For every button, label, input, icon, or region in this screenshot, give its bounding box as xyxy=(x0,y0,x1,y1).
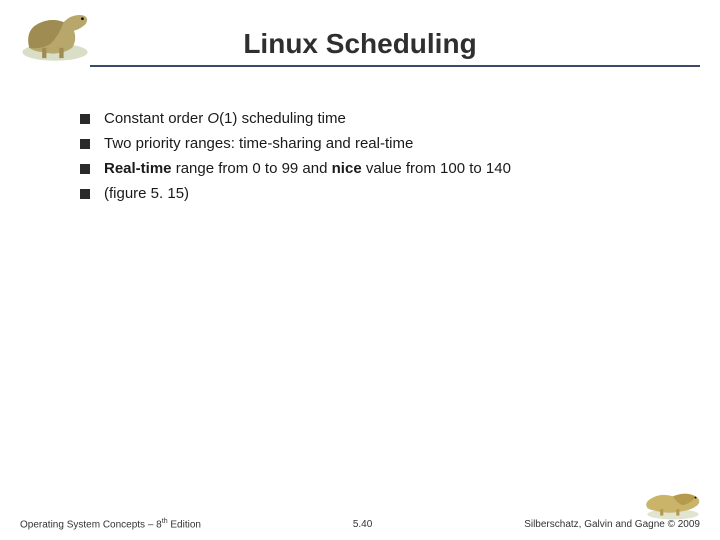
footer: Operating System Concepts – 8th Edition … xyxy=(0,518,720,530)
text-fragment: (figure 5. 15) xyxy=(104,185,189,202)
footer-text: Edition xyxy=(168,519,201,530)
text-fragment: (1) scheduling time xyxy=(219,110,346,127)
bullet-text: Real-time range from 0 to 99 and nice va… xyxy=(104,160,511,177)
bullet-icon xyxy=(80,164,90,174)
dinosaur-left-icon xyxy=(10,5,100,65)
footer-text: Operating System Concepts – 8 xyxy=(20,519,162,530)
bullet-item: Two priority ranges: time-sharing and re… xyxy=(80,135,670,152)
bullet-item: Constant order O(1) scheduling time xyxy=(80,110,670,127)
slide-title: Linux Scheduling xyxy=(0,0,720,60)
footer-center: 5.40 xyxy=(201,519,524,530)
bullet-text: (figure 5. 15) xyxy=(104,185,189,202)
text-fragment: Constant order xyxy=(104,110,207,127)
footer-right: Silberschatz, Galvin and Gagne © 2009 xyxy=(524,519,700,530)
bullet-item: (figure 5. 15) xyxy=(80,185,670,202)
bullet-text: Constant order O(1) scheduling time xyxy=(104,110,346,127)
text-fragment-bold: Real-time xyxy=(104,160,172,177)
bullet-icon xyxy=(80,139,90,149)
bullet-icon xyxy=(80,189,90,199)
text-fragment: value from 100 to 140 xyxy=(362,160,511,177)
header: Linux Scheduling xyxy=(0,0,720,80)
text-fragment-bold: nice xyxy=(332,160,362,177)
slide: Linux Scheduling Constant order O(1) sch… xyxy=(0,0,720,540)
text-fragment: range from 0 to 99 and xyxy=(172,160,332,177)
page-number: 5.40 xyxy=(353,519,372,530)
bullet-icon xyxy=(80,114,90,124)
bullet-text: Two priority ranges: time-sharing and re… xyxy=(104,135,413,152)
bullet-item: Real-time range from 0 to 99 and nice va… xyxy=(80,160,670,177)
text-fragment: Two priority ranges: time-sharing and re… xyxy=(104,135,413,152)
copyright-text: Silberschatz, Galvin and Gagne © 2009 xyxy=(524,519,700,530)
dinosaur-right-icon xyxy=(638,477,708,522)
title-underline xyxy=(90,65,700,67)
footer-left: Operating System Concepts – 8th Edition xyxy=(20,518,201,530)
text-fragment-italic: O xyxy=(207,110,219,127)
content-area: Constant order O(1) scheduling time Two … xyxy=(0,80,720,202)
